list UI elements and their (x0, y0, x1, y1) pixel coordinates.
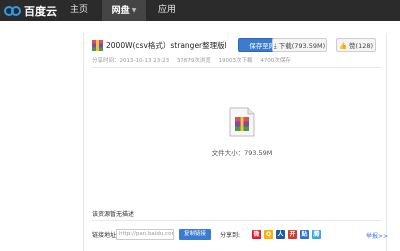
download-count: 19003次下载 (218, 58, 253, 64)
share-to-label: 分享到: (220, 232, 241, 239)
archive-file-icon (92, 40, 103, 51)
description-label: 该资源暂无描述 (92, 211, 135, 218)
kaixin-icon[interactable]: 开 (288, 230, 297, 239)
download-icon: ⤓ (273, 42, 277, 50)
archive-file-large-icon (227, 107, 257, 137)
file-meta-info: 分享时间：2013-10-13 23:23 37879次浏览 19003次下载 … (92, 56, 382, 64)
like-button-label: 赞(128) (349, 42, 374, 50)
share-link-field[interactable]: http://pan.baidu.com/s/ (116, 229, 174, 240)
view-count: 37879次浏览 (176, 58, 211, 64)
link-address-label: 链接地址: (92, 232, 119, 239)
tieba-icon[interactable]: 贴 (300, 230, 309, 239)
cloud-logo-icon (3, 5, 22, 17)
divider (92, 220, 382, 221)
divider (92, 67, 382, 68)
copy-link-button[interactable]: 复制链接 (179, 229, 211, 240)
download-button-label: 下载(793.59M) (278, 42, 326, 50)
like-button[interactable]: 👍 赞(128) (336, 38, 376, 52)
tencent-weibo-icon[interactable]: 腾 (312, 230, 321, 239)
nav-home-tab[interactable]: 主页 (60, 0, 98, 21)
file-size-text: 文件大小：793.59M (211, 149, 273, 157)
baidu-cloud-logo[interactable]: 百度云 (3, 3, 57, 18)
save-count: 4700次保存 (260, 58, 291, 64)
top-nav-bar: 百度云 主页 网盘 ▼ 应用 (0, 0, 400, 21)
share-time: 分享时间：2013-10-13 23:23 (92, 58, 170, 64)
chevron-down-icon[interactable]: ▼ (132, 0, 137, 21)
nav-netdisk-tab[interactable]: 网盘 ▼ (102, 0, 146, 21)
qzone-icon[interactable]: Q (264, 230, 273, 239)
file-title: 2000W(csv格式）stranger整理版lesit... (106, 41, 226, 50)
nav-netdisk-label: 网盘 (111, 6, 130, 16)
logo-text: 百度云 (24, 4, 57, 18)
download-button[interactable]: ⤓ 下载(793.59M) (272, 38, 327, 52)
renren-icon[interactable]: 人 (276, 230, 285, 239)
file-share-panel: 2000W(csv格式）stranger整理版lesit... 保存至网盘 ⤓下… (83, 33, 388, 251)
sina-weibo-icon[interactable]: 微 (252, 230, 261, 239)
report-link[interactable]: 举报>> (366, 231, 388, 240)
share-icons-row: 微 Q 人 开 贴 腾 (252, 230, 321, 240)
thumbs-up-icon: 👍 (338, 42, 348, 50)
nav-apps-tab[interactable]: 应用 (150, 0, 184, 21)
